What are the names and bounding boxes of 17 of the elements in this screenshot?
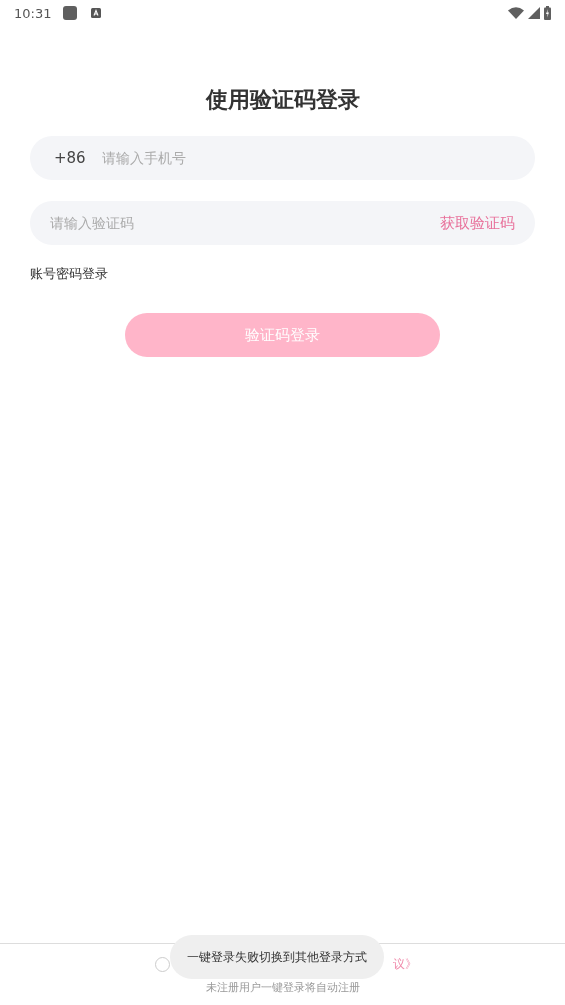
battery-charging-icon xyxy=(544,6,551,20)
country-code[interactable]: +86 xyxy=(54,149,86,167)
signal-icon xyxy=(528,7,540,19)
app-notification-icon xyxy=(91,8,102,18)
phone-input-field[interactable]: 请输入手机号 xyxy=(101,150,515,166)
status-time: 10:31 xyxy=(14,5,52,21)
get-code-link[interactable]: 获取验证码 xyxy=(440,213,515,233)
agreement-link[interactable]: 议》 xyxy=(393,955,417,973)
wifi-icon xyxy=(508,7,524,19)
login-failed-toast: 一键登录失败切换到其他登录方式 xyxy=(170,935,384,979)
code-input-field[interactable]: 请输入验证码 xyxy=(50,215,440,231)
page-title: 使用验证码登录 xyxy=(204,86,361,114)
app-notification-icon xyxy=(63,6,78,20)
password-login-link[interactable]: 账号密码登录 xyxy=(30,265,108,283)
register-hint: 未注册用户一键登录将自动注册 xyxy=(204,980,361,995)
code-field[interactable]: 请输入验证码 获取验证码 xyxy=(30,201,535,245)
phone-field[interactable]: +86 请输入手机号 xyxy=(30,136,535,180)
